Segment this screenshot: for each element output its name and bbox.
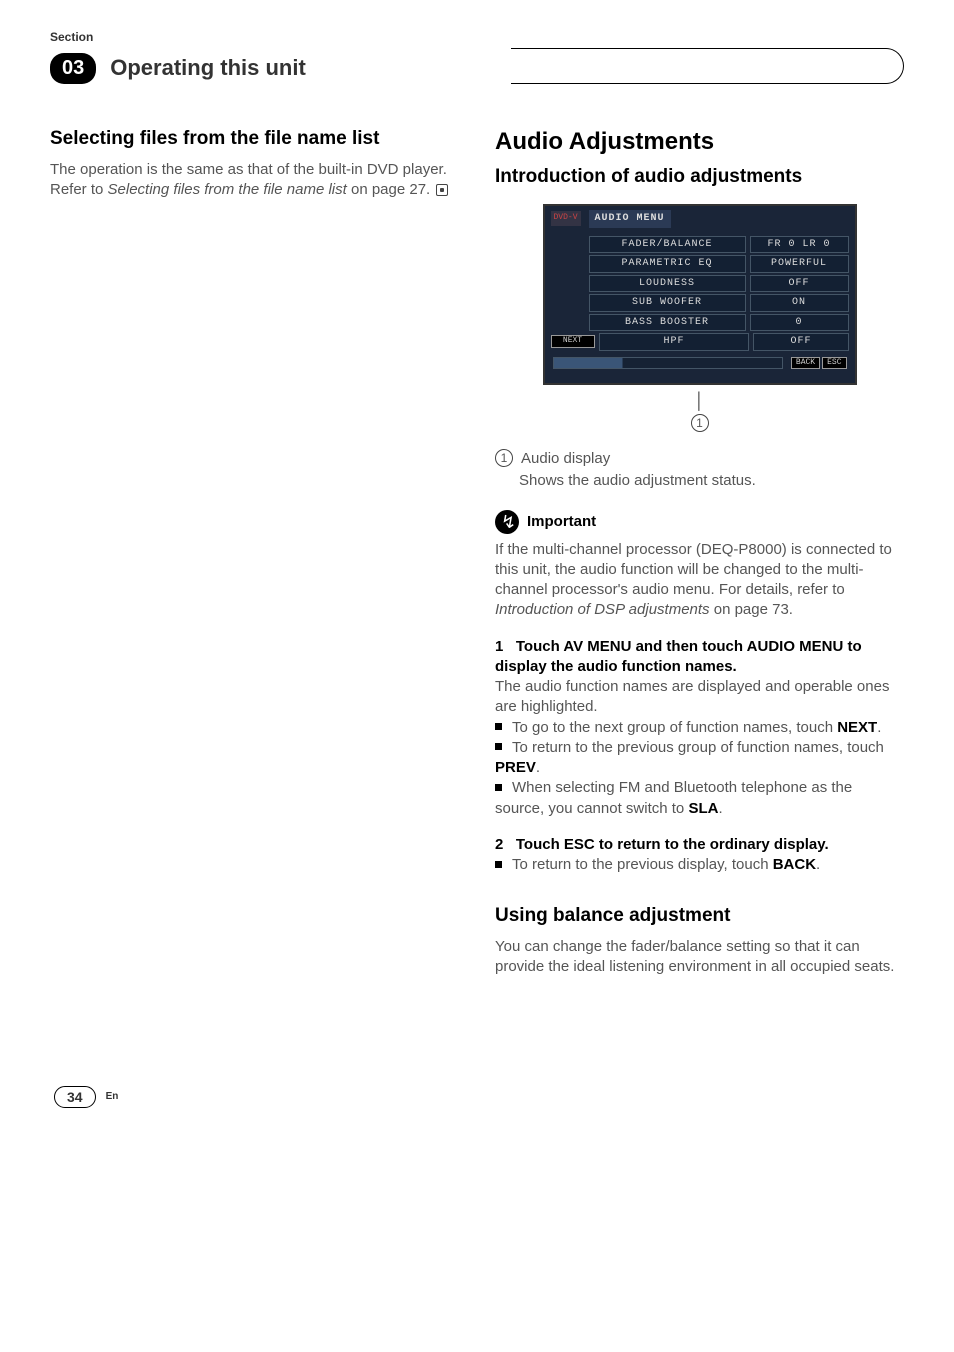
step-1-bullet-2: To return to the previous group of funct… xyxy=(495,738,904,779)
step-1-paragraph: The audio function names are displayed a… xyxy=(495,677,904,718)
menu-item-value: POWERFUL xyxy=(750,255,849,273)
step-2-heading: 2 Touch ESC to return to the ordinary di… xyxy=(495,835,904,855)
bold-term: SLA xyxy=(688,800,718,817)
menu-item-value: 0 xyxy=(750,314,849,332)
audio-menu-screenshot: DVD-V AUDIO MENU FADER/BALANCE FR 0 LR 0… xyxy=(543,204,857,385)
esc-button: ESC xyxy=(822,357,846,370)
chapter-title: Operating this unit xyxy=(110,55,502,81)
bullet-icon xyxy=(495,784,502,791)
menu-item-label: LOUDNESS xyxy=(589,275,746,293)
text: Refer to xyxy=(50,181,108,198)
reference-italic: Introduction of DSP adjustments xyxy=(495,601,710,618)
item-label: Audio display xyxy=(521,449,610,469)
text: When selecting FM and Bluetooth telephon… xyxy=(495,779,852,816)
balance-paragraph: You can change the fader/balance setting… xyxy=(495,937,904,978)
text: . xyxy=(536,759,540,776)
menu-item-label: FADER/BALANCE xyxy=(589,236,746,254)
screenshot-title: AUDIO MENU xyxy=(589,210,671,228)
important-icon xyxy=(495,510,519,534)
source-icon: DVD-V xyxy=(551,211,581,226)
important-label: Important xyxy=(527,512,596,532)
callout: │ 1 xyxy=(495,391,904,433)
intro-subheading: Introduction of audio adjustments xyxy=(495,164,904,190)
bold-term: BACK xyxy=(773,856,816,873)
balance-heading: Using balance adjustment xyxy=(495,903,904,929)
left-column: Selecting files from the file name list … xyxy=(50,126,459,978)
left-paragraph-1: The operation is the same as that of the… xyxy=(50,160,459,180)
right-column: Audio Adjustments Introduction of audio … xyxy=(495,126,904,978)
menu-item-label: SUB WOOFER xyxy=(589,294,746,312)
step-2-bullet-1: To return to the previous display, touch… xyxy=(495,855,904,875)
back-button: BACK xyxy=(791,357,820,370)
menu-item-label: PARAMETRIC EQ xyxy=(589,255,746,273)
text: If the multi-channel processor (DEQ-P800… xyxy=(495,541,892,599)
next-button: NEXT xyxy=(551,335,595,348)
step-1-heading: 1 Touch AV MENU and then touch AUDIO MEN… xyxy=(495,637,904,678)
step-text: Touch ESC to return to the ordinary disp… xyxy=(516,836,829,853)
menu-item-value: ON xyxy=(750,294,849,312)
item-description: Shows the audio adjustment status. xyxy=(519,471,904,491)
text: on page 73. xyxy=(710,601,793,618)
audio-adjustments-heading: Audio Adjustments xyxy=(495,126,904,158)
left-paragraph-2: Refer to Selecting files from the file n… xyxy=(50,180,459,200)
text: . xyxy=(718,800,722,817)
reference-italic: Selecting files from the file name list xyxy=(108,181,347,198)
step-text: Touch AV MENU and then touch AUDIO MENU … xyxy=(495,638,862,675)
text: on page 27. xyxy=(347,181,430,198)
header-arc-decoration xyxy=(511,48,904,84)
left-heading: Selecting files from the file name list xyxy=(50,126,459,152)
text: To go to the next group of function name… xyxy=(512,719,837,736)
bullet-icon xyxy=(495,743,502,750)
callout-number-icon: 1 xyxy=(691,414,709,432)
list-number-icon: 1 xyxy=(495,449,513,467)
step-1-bullet-3: When selecting FM and Bluetooth telephon… xyxy=(495,778,904,819)
page-number: 34 xyxy=(54,1086,96,1108)
page-language: En xyxy=(106,1091,119,1102)
end-section-icon xyxy=(436,184,448,196)
bold-term: NEXT xyxy=(837,719,877,736)
chapter-header: 03 Operating this unit xyxy=(50,50,904,86)
important-text: If the multi-channel processor (DEQ-P800… xyxy=(495,540,904,621)
menu-item-label: HPF xyxy=(599,333,750,351)
chapter-number-badge: 03 xyxy=(50,53,96,84)
text: . xyxy=(877,719,881,736)
text: . xyxy=(816,856,820,873)
menu-item-value: OFF xyxy=(750,275,849,293)
menu-item-value: FR 0 LR 0 xyxy=(750,236,849,254)
progress-bar xyxy=(553,357,783,369)
step-1-bullet-1: To go to the next group of function name… xyxy=(495,718,904,738)
page-footer: 34 En xyxy=(54,1086,118,1108)
text: To return to the previous group of funct… xyxy=(512,739,884,756)
bullet-icon xyxy=(495,723,502,730)
menu-item-label: BASS BOOSTER xyxy=(589,314,746,332)
text: To return to the previous display, touch xyxy=(512,856,773,873)
step-number: 1 xyxy=(495,638,503,655)
section-label: Section xyxy=(50,30,904,44)
menu-item-value: OFF xyxy=(753,333,848,351)
bold-term: PREV xyxy=(495,759,536,776)
bullet-icon xyxy=(495,861,502,868)
step-number: 2 xyxy=(495,836,503,853)
